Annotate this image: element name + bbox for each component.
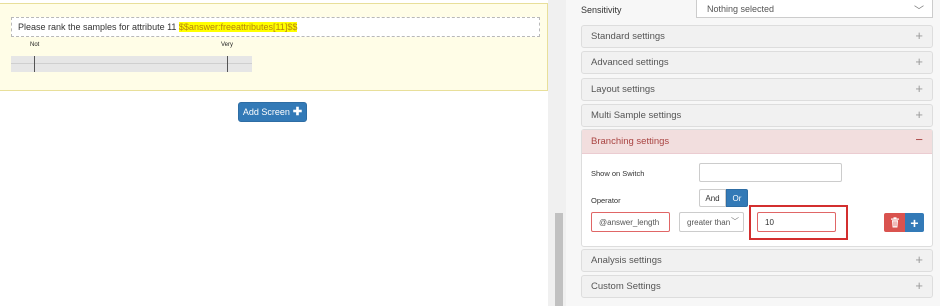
branching-header[interactable]: Branching settings − <box>582 130 932 154</box>
comparator-value: greater than <box>687 218 731 227</box>
plus-icon: + <box>910 214 919 231</box>
scale-line <box>11 63 252 64</box>
panel-standard-settings[interactable]: Standard settings + <box>581 25 933 48</box>
chevron-down-icon: ﹀ <box>914 6 924 17</box>
scrollbar-thumb[interactable] <box>555 213 563 306</box>
expand-plus-icon[interactable]: + <box>915 108 923 121</box>
operator-or-button[interactable]: Or <box>726 189 748 207</box>
question-card[interactable]: Please rank the samples for attribute 11… <box>0 3 548 91</box>
panel-layout-settings[interactable]: Layout settings + <box>581 78 933 101</box>
collapse-minus-icon[interactable]: − <box>915 133 923 146</box>
add-condition-button[interactable]: + <box>905 213 924 232</box>
panel-title: Analysis settings <box>591 255 662 266</box>
expand-plus-icon[interactable]: + <box>915 55 923 68</box>
operator-label: Operator <box>591 196 621 205</box>
settings-pane: Sensitivity Nothing selected ﹀ Standard … <box>566 0 940 306</box>
condition-value-input[interactable]: 10 <box>757 212 836 232</box>
delete-condition-button[interactable] <box>884 213 905 232</box>
operator-and-button[interactable]: And <box>699 189 726 207</box>
expand-plus-icon[interactable]: + <box>915 279 923 292</box>
expand-plus-icon[interactable]: + <box>915 253 923 266</box>
scale-tick-high <box>227 56 228 72</box>
condition-comparator-select[interactable]: greater than ﹀ <box>679 212 744 232</box>
panel-title: Multi Sample settings <box>591 110 682 121</box>
scale-tick-low <box>34 56 35 72</box>
sensitivity-value: Nothing selected <box>707 4 775 14</box>
panel-title: Custom Settings <box>591 281 661 292</box>
panel-title: Branching settings <box>591 136 670 147</box>
expand-plus-icon[interactable]: + <box>915 82 923 95</box>
scale-high-label: Very <box>221 42 234 48</box>
trash-icon <box>890 217 899 228</box>
sensitivity-select[interactable]: Nothing selected ﹀ <box>696 0 933 18</box>
rating-scale[interactable] <box>11 56 252 72</box>
show-on-switch-input[interactable] <box>699 163 842 182</box>
panel-title: Advanced settings <box>591 57 669 68</box>
question-text-box[interactable]: Please rank the samples for attribute 11… <box>11 17 540 37</box>
add-screen-button[interactable]: Add Screen ✚ <box>238 102 307 122</box>
panel-custom-settings[interactable]: Custom Settings + <box>581 275 933 298</box>
scale-low-label: Not <box>30 42 40 48</box>
panel-multi-sample-settings[interactable]: Multi Sample settings + <box>581 104 933 127</box>
panel-advanced-settings[interactable]: Advanced settings + <box>581 51 933 74</box>
show-on-switch-label: Show on Switch <box>591 169 645 178</box>
question-text: Please rank the samples for attribute 11 <box>18 22 179 32</box>
panel-branching-settings: Branching settings − Show on Switch Oper… <box>581 129 933 247</box>
panel-title: Standard settings <box>591 31 665 42</box>
panel-analysis-settings[interactable]: Analysis settings + <box>581 249 933 272</box>
panel-title: Layout settings <box>591 84 655 95</box>
chevron-down-icon: ﹀ <box>731 216 739 227</box>
condition-variable-input[interactable]: @answer_length <box>591 212 670 232</box>
question-token: $$answer:freeattributes[11]$$ <box>178 22 298 32</box>
add-screen-label: Add Screen <box>242 107 290 117</box>
sensitivity-label: Sensitivity <box>581 5 622 15</box>
screen-editor: Please rank the samples for attribute 11… <box>0 0 548 306</box>
expand-plus-icon[interactable]: + <box>915 29 923 42</box>
plus-icon: ✚ <box>292 105 303 118</box>
